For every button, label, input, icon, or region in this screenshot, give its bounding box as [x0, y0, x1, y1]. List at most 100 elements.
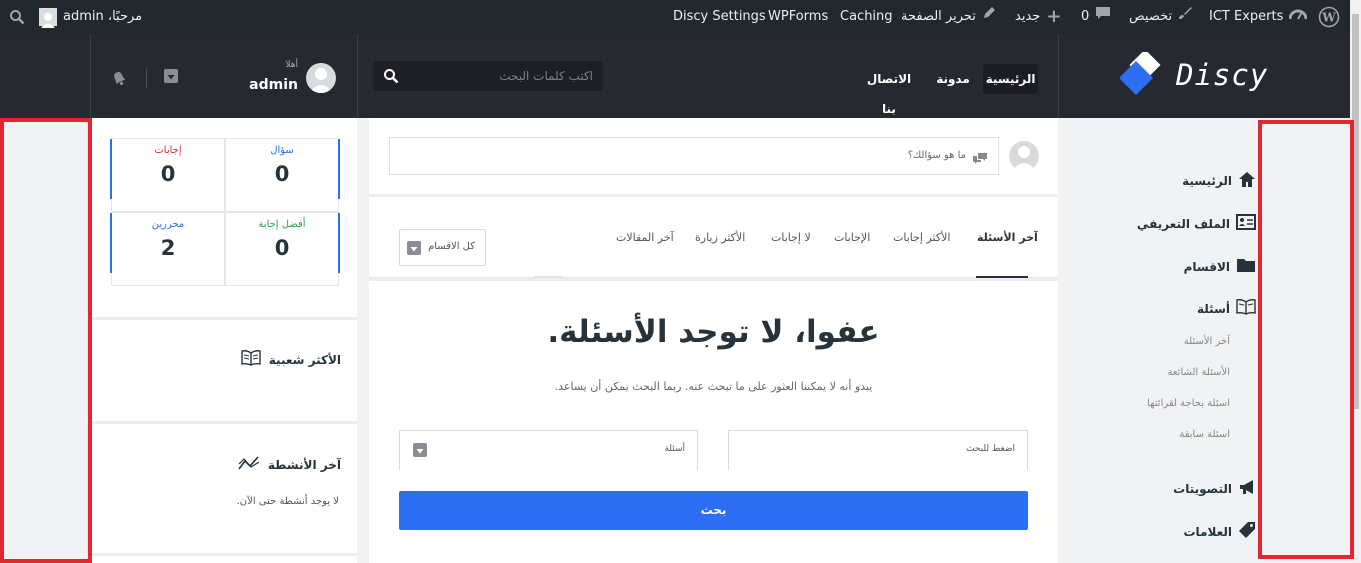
site-name-link[interactable]: ICT Experts	[1209, 0, 1308, 34]
user-hello: أهلا	[285, 60, 298, 70]
new-label: جديد	[1015, 9, 1041, 24]
sidebar-tags-label: العلامات	[1183, 524, 1233, 539]
tag-icon	[1238, 521, 1256, 542]
empty-state-text: يبدو أنه لا يمكننا العثور على ما تبحث عن…	[554, 380, 873, 393]
site-header: Discy الرئيسية مدونة الاتصال بنا أهلا ad…	[0, 34, 1350, 118]
sidebar-item-tags[interactable]: العلامات	[1184, 521, 1257, 542]
search-type-select[interactable]: أسئلة	[399, 430, 698, 470]
stat-editors-value: 2	[160, 236, 176, 260]
admin-bar: W ICT Experts تخصيص 0 جديد + تحرير الصفح…	[0, 0, 1350, 34]
comments-count: 0	[1081, 9, 1090, 24]
stat-answers: إجابات 0	[110, 138, 225, 212]
megaphone-icon	[1238, 479, 1256, 498]
sidebar-profile-label: الملف التعريفي	[1136, 216, 1230, 231]
search-submit-button[interactable]: بحث	[399, 491, 1028, 530]
new-content-link[interactable]: جديد +	[1015, 0, 1061, 34]
book-icon	[241, 350, 261, 370]
nav-home[interactable]: الرئيسية	[983, 64, 1038, 94]
my-account-link[interactable]: مرحبًا، admin	[39, 0, 142, 34]
folder-icon	[1236, 257, 1256, 276]
stat-answers-label: إجابات	[154, 145, 182, 156]
customize-label: تخصيص	[1129, 9, 1173, 24]
right-sidebar-region-highlight	[1258, 120, 1354, 559]
stat-answers-value: 0	[160, 162, 176, 186]
wordpress-logo-icon[interactable]: W	[1318, 0, 1340, 34]
sidebar-home-label: الرئيسية	[1182, 174, 1232, 188]
left-sidebar: سؤال 0 إجابات 0 أفضل إجابة 0 محررين 2 ال…	[92, 118, 357, 563]
activity-title-text: آخر الأنشطة	[267, 458, 341, 472]
user-name: admin	[249, 77, 298, 93]
popular-widget-title: الأكثر شعبية	[241, 350, 341, 370]
ask-question-icon	[972, 150, 988, 169]
edit-page-link[interactable]: تحرير الصفحة	[901, 0, 996, 34]
customize-link[interactable]: تخصيص	[1129, 0, 1193, 34]
site-logo[interactable]: Discy	[1120, 52, 1269, 97]
nav-contact[interactable]: الاتصال بنا	[858, 64, 920, 116]
sidebar-sub-need-reading[interactable]: اسئلة بحاجة لقرائتها	[1147, 398, 1230, 409]
logo-icon	[1120, 52, 1161, 95]
user-menu[interactable]: أهلا admin	[249, 60, 340, 97]
tab-most-answered[interactable]: الأكثر إجابات	[893, 231, 950, 244]
sidebar-polls-label: التصويتات	[1173, 481, 1232, 496]
dashboard-icon	[1288, 0, 1308, 34]
sidebar-questions-label: أسئلة	[1197, 301, 1230, 316]
sidebar-categories-label: الاقسام	[1183, 259, 1230, 274]
tab-no-answers[interactable]: لا إجابات	[771, 231, 811, 244]
activity-chart-icon	[238, 455, 260, 475]
pencil-icon	[982, 0, 996, 34]
ask-question-placeholder: ما هو سؤالك؟	[907, 150, 966, 161]
avatar-small	[39, 8, 57, 28]
logo-text: Discy	[1176, 58, 1269, 92]
search-form-placeholder: اضغط للبحث	[966, 444, 1015, 454]
discy-settings-label: Discy Settings	[673, 9, 766, 24]
stat-questions-label: سؤال	[270, 145, 294, 156]
tab-latest-articles[interactable]: آخر المقالات	[616, 231, 674, 244]
plus-icon: +	[1046, 6, 1062, 27]
svg-text:W: W	[1321, 11, 1336, 25]
category-select[interactable]: كل الاقسام	[399, 229, 486, 266]
avatar[interactable]	[306, 63, 336, 93]
header-search	[373, 61, 603, 91]
sidebar-sub-previous[interactable]: اسئلة سابقة	[1179, 429, 1230, 440]
sidebar-sub-faq[interactable]: الأسئلة الشائعة	[1168, 367, 1231, 378]
stat-best-answers: أفضل إجابة 0	[225, 212, 340, 286]
greeting-label: مرحبًا، admin	[63, 9, 143, 24]
tab-answers[interactable]: الإجابات	[834, 231, 870, 244]
caching-label: Caching	[840, 9, 893, 24]
activity-empty-text: لا يوجد أنشطة حتى الآن.	[236, 496, 339, 507]
stat-best-answers-value: 0	[274, 236, 290, 260]
empty-state-title: عفوا، لا توجد الأسئلة.	[547, 314, 880, 350]
ask-question-box[interactable]: ما هو سؤالك؟	[389, 137, 999, 175]
profile-card-icon	[1236, 214, 1256, 233]
tab-latest-questions[interactable]: آخر الأسئلة	[977, 231, 1038, 244]
tab-most-visited[interactable]: الأكثر زيارة	[695, 231, 745, 244]
brush-icon	[1178, 0, 1193, 34]
caching-link[interactable]: Caching	[840, 0, 893, 34]
admin-search-icon[interactable]	[9, 0, 25, 34]
wpforms-link[interactable]: WPForms	[768, 0, 828, 34]
ask-avatar	[1009, 141, 1039, 171]
discy-settings-link[interactable]: Discy Settings	[673, 0, 766, 34]
popular-title-text: الأكثر شعبية	[268, 353, 341, 367]
search-icon[interactable]	[383, 68, 399, 88]
comments-link[interactable]: 0	[1081, 0, 1111, 34]
sidebar-item-categories[interactable]: الاقسام	[1184, 257, 1256, 276]
user-dropdown-chevron-icon[interactable]	[164, 69, 178, 83]
wpforms-label: WPForms	[768, 9, 829, 24]
sidebar-item-questions[interactable]: أسئلة	[1197, 299, 1256, 318]
book-icon	[1236, 299, 1256, 318]
nav-blog[interactable]: مدونة	[933, 64, 973, 94]
sidebar-item-profile[interactable]: الملف التعريفي	[1137, 214, 1256, 233]
header-search-input[interactable]	[403, 61, 593, 91]
category-select-value: كل الاقسام	[428, 241, 475, 252]
edit-page-label: تحرير الصفحة	[901, 9, 976, 24]
notification-bell-icon[interactable]	[110, 69, 128, 91]
site-name: ICT Experts	[1209, 9, 1284, 24]
search-type-chevron-icon	[413, 443, 427, 457]
stat-best-answers-label: أفضل إجابة	[258, 219, 306, 230]
stat-editors: محررين 2	[110, 212, 225, 286]
sidebar-item-home[interactable]: الرئيسية	[1182, 171, 1256, 191]
search-form-input[interactable]: اضغط للبحث	[728, 430, 1028, 470]
sidebar-sub-latest-questions[interactable]: آخر الأسئلة	[1184, 336, 1230, 347]
sidebar-item-polls[interactable]: التصويتات	[1173, 479, 1256, 498]
